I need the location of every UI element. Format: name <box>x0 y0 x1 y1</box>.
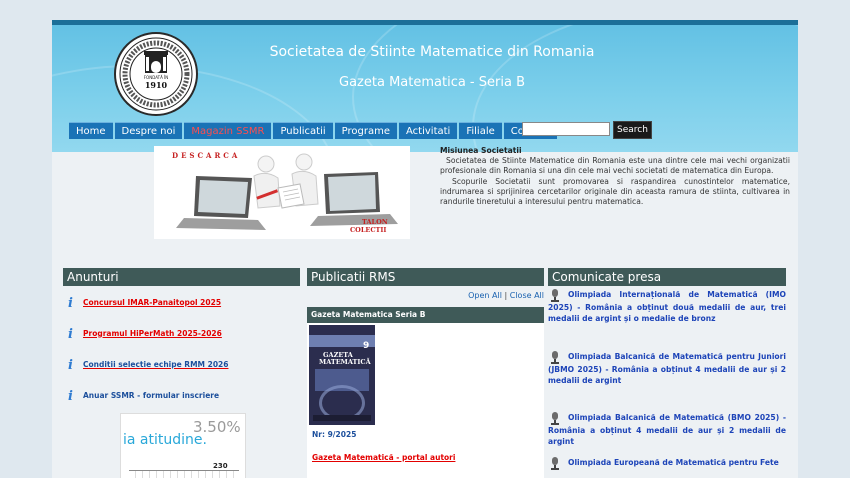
close-all-link[interactable]: Close All <box>510 291 544 300</box>
publicatii-heading: Publicatii RMS <box>307 268 544 286</box>
anunturi-item[interactable]: i Programul HiPerMath 2025-2026 <box>66 327 222 339</box>
society-logo[interactable]: FONDATĂ ÎN 1910 <box>114 32 198 116</box>
site-header: FONDATĂ ÎN 1910 Societatea de Stiinte Ma… <box>52 25 798 152</box>
mission-section: Misiunea Societatii Societatea de Stiint… <box>440 146 790 207</box>
anunturi-item-label[interactable]: Anuar SSMR - formular inscriere <box>83 391 219 400</box>
press-item-text[interactable]: Olimpiada Balcanică de Matematică (BMO 2… <box>548 413 786 446</box>
microphone-icon <box>551 351 559 364</box>
tax-banner-form <box>129 470 239 478</box>
search-button[interactable]: Search <box>613 121 652 139</box>
mission-paragraph-2: Scopurile Societatii sunt promovarea si … <box>440 176 790 207</box>
tax-banner-text: ia atitudine. <box>123 432 207 448</box>
tax-banner[interactable]: 3.50% ia atitudine. 230 <box>120 413 246 478</box>
site-title: Societatea de Stiinte Matematice din Rom… <box>269 44 595 60</box>
promo-banner[interactable]: DESCARCA TALON COLECTII <box>154 146 410 239</box>
cover-number: 9 <box>363 341 370 351</box>
svg-text:i: i <box>68 327 73 339</box>
cover-title-2: MATEMATICĂ <box>319 358 371 366</box>
promo-bottom-text-2: COLECTII <box>350 226 387 234</box>
publicatii-toggle-links: Open All | Close All <box>307 291 544 300</box>
nav-item-home[interactable]: Home <box>69 122 113 139</box>
mission-paragraph-1: Societatea de Stiinte Matematice din Rom… <box>440 156 790 176</box>
main-nav: Home Despre noi Magazin SSMR Publicatii … <box>69 122 557 139</box>
anunturi-item[interactable]: i Concursul IMAR-Panaitopol 2025 <box>66 296 221 308</box>
gazeta-section-body: 9 GAZETA MATEMATICĂ Nr: 9/2025 Gazeta Ma… <box>307 323 544 478</box>
promo-bottom-text-1: TALON <box>362 218 388 226</box>
nav-item-magazin-ssmr[interactable]: Magazin SSMR <box>184 122 272 139</box>
nav-item-filiale[interactable]: Filiale <box>459 122 502 139</box>
issue-number: Nr: 9/2025 <box>312 430 357 439</box>
nav-item-activitati[interactable]: Activitati <box>399 122 458 139</box>
info-icon: i <box>68 358 73 370</box>
site-subtitle: Gazeta Matematica - Seria B <box>339 75 525 90</box>
press-item-text[interactable]: Olimpiada Europeană de Matematică pentru… <box>568 458 779 467</box>
press-item-text[interactable]: Olimpiada Internațională de Matematică (… <box>548 290 786 323</box>
cover-footer <box>313 415 371 421</box>
logo-year: 1910 <box>144 80 168 90</box>
anunturi-item[interactable]: i Anuar SSMR - formular inscriere <box>66 389 219 401</box>
anunturi-heading: Anunturi <box>63 268 300 286</box>
portal-autori-link[interactable]: Gazeta Matematică - portal autori <box>312 453 455 462</box>
nav-item-despre-noi[interactable]: Despre noi <box>114 122 183 139</box>
info-icon: i <box>68 296 73 308</box>
press-item[interactable]: Olimpiada Balcanică de Matematică (BMO 2… <box>548 411 786 447</box>
microphone-icon <box>551 457 559 470</box>
gazeta-section-bar[interactable]: Gazeta Matematica Seria B <box>307 307 544 323</box>
gazeta-cover[interactable]: 9 GAZETA MATEMATICĂ <box>309 325 375 425</box>
links-separator: | <box>504 291 508 300</box>
open-all-link[interactable]: Open All <box>468 291 502 300</box>
comunicate-list: Olimpiada Internațională de Matematică (… <box>548 286 786 478</box>
search-input[interactable] <box>522 122 610 136</box>
press-item-text[interactable]: Olimpiada Balcanică de Matematică pentru… <box>548 352 786 385</box>
anunturi-item-label[interactable]: Conditii selectie echipe RMM 2026 <box>83 360 228 369</box>
comunicate-heading: Comunicate presa <box>548 268 786 286</box>
info-icon: i <box>68 327 73 339</box>
info-icon: i <box>68 389 73 401</box>
svg-text:i: i <box>68 358 73 370</box>
anunturi-item[interactable]: i Conditii selectie echipe RMM 2026 <box>66 358 228 370</box>
logo-seal-icon <box>119 37 193 111</box>
svg-text:i: i <box>68 389 73 401</box>
nav-item-publicatii[interactable]: Publicatii <box>273 122 333 139</box>
nav-item-programe[interactable]: Programe <box>334 122 398 139</box>
press-item[interactable]: Olimpiada Europeană de Matematică pentru… <box>548 456 786 470</box>
page: FONDATĂ ÎN 1910 Societatea de Stiinte Ma… <box>52 20 798 478</box>
anunturi-item-label[interactable]: Concursul IMAR-Panaitopol 2025 <box>83 298 221 307</box>
mission-title: Misiunea Societatii <box>440 146 522 155</box>
anunturi-item-label[interactable]: Programul HiPerMath 2025-2026 <box>83 329 222 338</box>
press-item[interactable]: Olimpiada Balcanică de Matematică pentru… <box>548 350 786 386</box>
microphone-icon <box>551 412 559 425</box>
tax-banner-number: 230 <box>213 462 228 470</box>
microphone-icon <box>551 289 559 302</box>
press-item[interactable]: Olimpiada Internațională de Matematică (… <box>548 288 786 324</box>
svg-text:i: i <box>68 296 73 308</box>
